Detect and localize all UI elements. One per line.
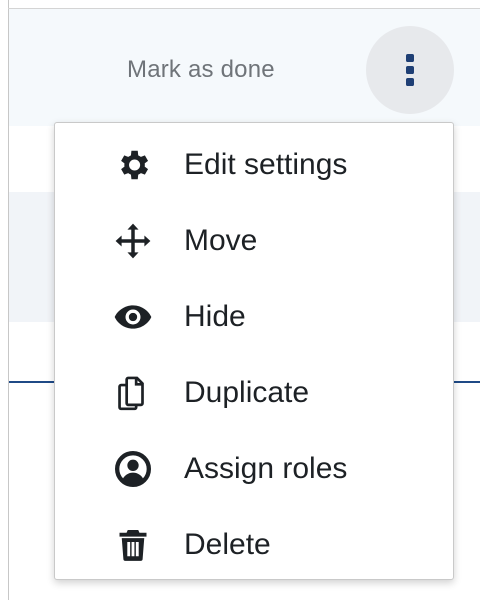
menu-item-hide[interactable]: Hide: [55, 281, 453, 353]
move-arrows-icon: [113, 221, 153, 261]
menu-item-label: Edit settings: [184, 148, 348, 181]
menu-item-label: Assign roles: [184, 452, 348, 485]
menu-item-label: Duplicate: [184, 376, 310, 409]
left-border: [8, 0, 9, 600]
actions-dropdown-menu: Edit settings Move Hide Duplicate Assign…: [54, 122, 454, 580]
menu-item-label: Hide: [184, 300, 246, 333]
copy-icon: [113, 373, 153, 413]
gear-icon: [113, 145, 153, 185]
menu-item-duplicate[interactable]: Duplicate: [55, 357, 453, 429]
trash-icon: [113, 525, 153, 565]
eye-icon: [113, 297, 153, 337]
course-activity-region: Mark as done Edit settings Move Hide Dup…: [0, 0, 480, 600]
top-border: [8, 8, 480, 9]
menu-item-delete[interactable]: Delete: [55, 509, 453, 581]
user-circle-icon: [113, 449, 153, 489]
kebab-vertical-icon: [406, 54, 414, 86]
menu-item-label: Move: [184, 224, 258, 257]
actions-menu-button[interactable]: [366, 26, 454, 114]
menu-item-move[interactable]: Move: [55, 205, 453, 277]
menu-item-label: Delete: [184, 528, 271, 561]
mark-as-done-button[interactable]: Mark as done: [127, 56, 275, 84]
menu-item-assign-roles[interactable]: Assign roles: [55, 433, 453, 505]
menu-item-edit-settings[interactable]: Edit settings: [55, 129, 453, 201]
